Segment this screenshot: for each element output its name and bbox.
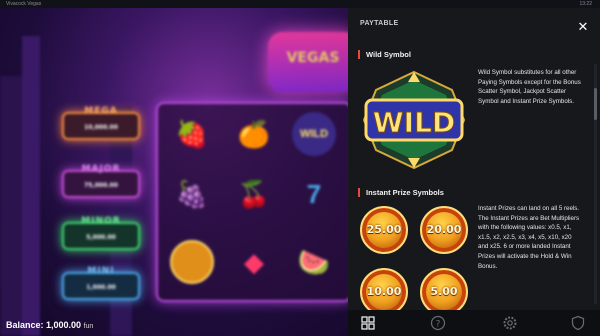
balance-display: Balance: 1,000.00 fun bbox=[6, 320, 93, 330]
wild-badge-text: WILD bbox=[373, 106, 455, 139]
orange-symbol: 🍊 bbox=[237, 119, 271, 149]
instant-prize-heading: Instant Prize Symbols bbox=[358, 188, 444, 197]
clock: 13:22 bbox=[579, 1, 592, 7]
instant-prize-coin-4: 5.00 bbox=[420, 268, 468, 316]
jackpot-minor: MINOR 5,000.00 bbox=[62, 216, 140, 250]
gem-symbol: ◆ bbox=[244, 247, 264, 277]
balance-amount: Balance: 1,000.00 bbox=[6, 320, 82, 330]
wild-symbol-description: Wild Symbol substitutes for all other Pa… bbox=[478, 69, 581, 105]
question-icon[interactable]: ? bbox=[430, 315, 446, 331]
grid-icon[interactable] bbox=[360, 315, 376, 331]
jackpot-mega: MEGA 10,000.00 bbox=[62, 106, 140, 140]
seven-symbol: 7 bbox=[306, 179, 322, 209]
scrollbar-thumb[interactable] bbox=[594, 88, 597, 120]
wild-symbol-heading: Wild Symbol bbox=[358, 50, 411, 59]
instant-prize-coin-1: 25.00 bbox=[360, 206, 408, 254]
strawberry-symbol: 🍓 bbox=[175, 119, 209, 149]
instant-prize-description: Instant Prizes can land on all 5 reels. … bbox=[478, 205, 580, 270]
reels-grid: 🍓 🍊 WILD 🍇 🍒 7 ◆ 🍉 bbox=[156, 102, 348, 302]
balance-currency: fun bbox=[83, 323, 94, 330]
window-title: Vivacock Vegas bbox=[6, 1, 42, 7]
game-logo: VEGAS bbox=[268, 32, 348, 92]
instant-prize-coin-3: 10.00 bbox=[360, 268, 408, 316]
paytable-panel: PAYTABLE ✕ Wild Symbol WILD Wild Symbol … bbox=[348, 8, 600, 316]
shield-icon[interactable] bbox=[570, 315, 586, 331]
coin-symbol bbox=[170, 240, 214, 284]
jackpot-mini: MINI 1,000.00 bbox=[62, 266, 140, 300]
svg-text:?: ? bbox=[436, 320, 441, 330]
bottom-nav: ? bbox=[348, 310, 600, 336]
window-titlebar: Vivacock Vegas 13:22 bbox=[0, 0, 600, 8]
grape-symbol: 🍇 bbox=[175, 179, 209, 209]
jackpot-major: MAJOR 75,000.00 bbox=[62, 164, 140, 198]
cherry-symbol: 🍒 bbox=[237, 179, 271, 209]
gear-icon[interactable] bbox=[502, 315, 518, 331]
wild-symbol: WILD bbox=[292, 112, 336, 156]
close-icon[interactable]: ✕ bbox=[576, 20, 590, 34]
panel-title: PAYTABLE bbox=[360, 20, 399, 27]
instant-prize-coin-2: 20.00 bbox=[420, 206, 468, 254]
melon-symbol: 🍉 bbox=[297, 247, 331, 277]
panel-scrollbar[interactable] bbox=[594, 64, 597, 304]
game-area: VEGAS MEGA 10,000.00 MAJOR 75,000.00 MIN… bbox=[0, 8, 348, 336]
wild-symbol-image: WILD bbox=[360, 70, 468, 170]
